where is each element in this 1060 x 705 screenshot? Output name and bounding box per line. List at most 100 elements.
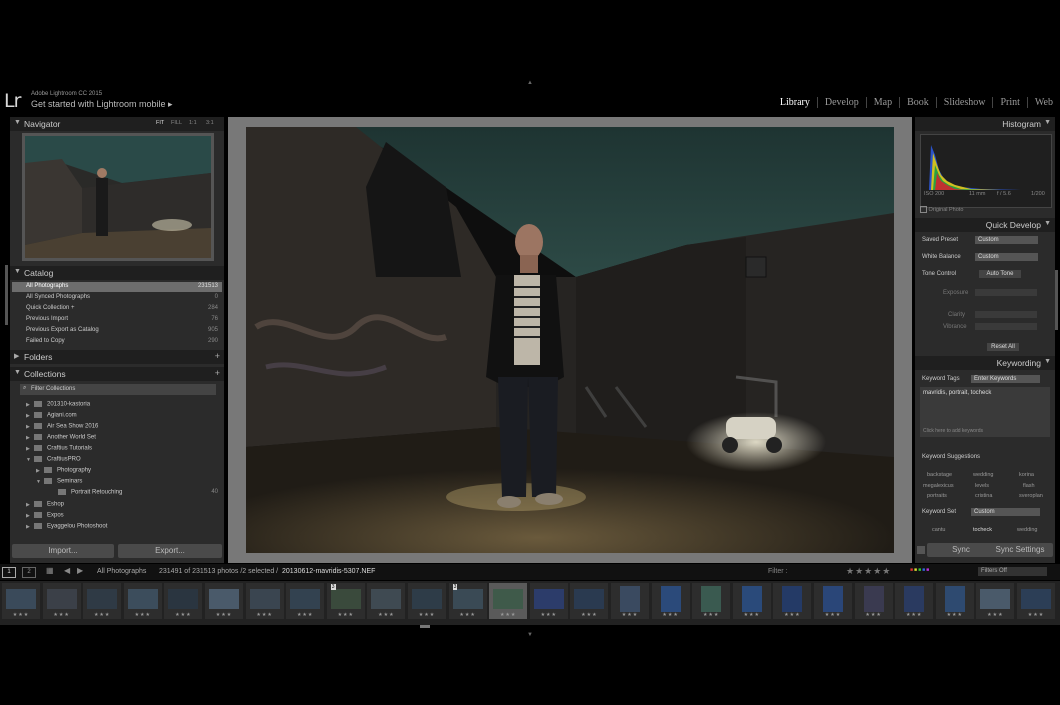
zoom-fill[interactable]: FILL: [171, 120, 182, 126]
forward-arrow-icon[interactable]: ▶: [77, 566, 83, 575]
filmstrip-thumbnail[interactable]: 3 ★★★: [326, 583, 365, 619]
page-1-button[interactable]: 1: [2, 567, 16, 578]
exposure-buttons[interactable]: [975, 289, 1037, 296]
keyword-suggestion[interactable]: megalexicus: [923, 483, 954, 489]
filmstrip-thumbnail[interactable]: ★★★: [1017, 583, 1055, 619]
catalog-item[interactable]: Previous Import 76: [12, 315, 222, 325]
module-library[interactable]: Library: [773, 97, 817, 108]
sync-toggle-icon[interactable]: [917, 546, 925, 554]
keywording-header[interactable]: Keywording ▼: [915, 356, 1055, 370]
keyword-suggestion[interactable]: cristina: [975, 493, 992, 499]
stack-badge[interactable]: 3: [330, 584, 336, 590]
white-balance-select[interactable]: Custom: [975, 253, 1038, 261]
export-button[interactable]: Export...: [118, 544, 222, 558]
stack-badge[interactable]: 3: [452, 584, 458, 590]
original-photo-toggle[interactable]: Original Photo: [920, 206, 963, 213]
filmstrip-thumbnail[interactable]: ★★★: [692, 583, 731, 619]
sync-button[interactable]: Sync: [927, 543, 995, 557]
collapse-bottom-icon[interactable]: ▼: [527, 632, 533, 638]
filmstrip-thumbnail[interactable]: ★★★: [205, 583, 243, 619]
auto-tone-button[interactable]: Auto Tone: [979, 270, 1021, 278]
vibrance-buttons[interactable]: [975, 323, 1037, 330]
page-2-button[interactable]: 2: [22, 567, 36, 578]
filmstrip-thumbnail[interactable]: ★★★: [773, 583, 812, 619]
import-button[interactable]: Import...: [12, 544, 114, 558]
keyword-suggestion[interactable]: korina: [1019, 472, 1034, 478]
filmstrip-thumbnail[interactable]: ★★★: [935, 583, 974, 619]
collection[interactable]: Portrait Retouching 40: [50, 489, 218, 499]
source-label[interactable]: All Photographs: [97, 568, 146, 575]
filmstrip-thumbnail[interactable]: ★★★: [814, 583, 852, 619]
collections-header[interactable]: ▼ Collections +: [10, 367, 224, 381]
add-collection-icon[interactable]: +: [215, 368, 220, 378]
keyword-tags-mode-select[interactable]: Enter Keywords: [971, 375, 1040, 383]
navigator-preview[interactable]: [22, 133, 214, 261]
collection-set[interactable]: ▶ Craftius Tutorials: [26, 445, 92, 455]
catalog-item[interactable]: Quick Collection + 284: [12, 304, 222, 314]
folders-header[interactable]: ▶ Folders +: [10, 350, 224, 364]
histogram-header[interactable]: Histogram ▼: [915, 117, 1055, 131]
module-map[interactable]: Map: [865, 97, 899, 108]
navigator-header[interactable]: ▼ Navigator FIT FILL 1:1 3:1: [10, 117, 224, 131]
filmstrip-thumbnail[interactable]: ★★★: [976, 583, 1015, 619]
keyword-set-item[interactable]: cantu: [932, 527, 945, 533]
get-started-link[interactable]: Get started with Lightroom mobile ▸: [31, 99, 173, 110]
filter-collections-field[interactable]: ⌕ Filter Collections: [20, 384, 216, 395]
keyword-set-item[interactable]: wedding: [1017, 527, 1038, 533]
filmstrip-thumbnail[interactable]: ★★★: [123, 583, 162, 619]
collection-set[interactable]: ▶ Another World Set: [26, 434, 96, 444]
back-arrow-icon[interactable]: ◀: [64, 566, 70, 575]
keyword-set-select[interactable]: Custom: [971, 508, 1040, 516]
grid-view-icon[interactable]: ▦: [46, 566, 54, 575]
keyword-suggestion[interactable]: portraits: [927, 493, 947, 499]
filmstrip-thumbnail[interactable]: ★★★: [286, 583, 325, 619]
keyword-suggestion[interactable]: flash: [1023, 483, 1035, 489]
catalog-header[interactable]: ▼ Catalog: [10, 266, 224, 280]
filmstrip-thumbnail[interactable]: ★★★: [895, 583, 934, 619]
filmstrip-thumbnail[interactable]: ★★★: [42, 583, 81, 619]
saved-preset-select[interactable]: Custom: [975, 236, 1038, 244]
filmstrip-thumbnail[interactable]: ★★★: [489, 583, 528, 619]
collapse-top-icon[interactable]: ▲: [527, 80, 533, 86]
histogram-graph[interactable]: ISO 200 11 mm f / 5.6 1/200: [920, 134, 1052, 208]
collection-set[interactable]: ▶ Agiani.com: [26, 412, 77, 422]
module-web[interactable]: Web: [1026, 97, 1060, 108]
left-scrollbar[interactable]: [5, 265, 8, 325]
collection-set[interactable]: ▶ Eyaggelou Photoshoot: [26, 523, 107, 533]
color-label-filter[interactable]: ■■■■■: [910, 567, 930, 573]
filmstrip-thumbnail[interactable]: ★★★: [529, 583, 568, 619]
filmstrip-thumbnail[interactable]: 3 ★★★: [448, 583, 487, 619]
zoom-fit[interactable]: FIT: [156, 120, 164, 126]
add-folder-icon[interactable]: +: [215, 351, 220, 361]
filmstrip-thumbnail[interactable]: ★★★: [408, 583, 446, 619]
keyword-set-item[interactable]: tocheck: [973, 527, 992, 533]
filmstrip-thumbnail[interactable]: ★★★: [651, 583, 690, 619]
collection-set[interactable]: ▶ Air Sea Show 2016: [26, 423, 98, 433]
quick-develop-header[interactable]: Quick Develop ▼: [915, 218, 1055, 232]
module-print[interactable]: Print: [992, 97, 1026, 108]
catalog-item[interactable]: All Synced Photographs 0: [12, 293, 222, 303]
catalog-item[interactable]: All Photographs 231513: [12, 282, 222, 292]
collection-set[interactable]: ▶ 201310-kastoria: [26, 401, 90, 411]
rating-filter[interactable]: ★★★★★: [846, 566, 891, 577]
filmstrip-scrollbar[interactable]: [420, 625, 430, 628]
module-slideshow[interactable]: Slideshow: [935, 97, 993, 108]
filmstrip-thumbnail[interactable]: ★★★: [611, 583, 649, 619]
collection-set[interactable]: ▶ Expos: [26, 512, 64, 522]
catalog-item[interactable]: Failed to Copy 290: [12, 337, 222, 347]
keyword-suggestion[interactable]: backstage: [927, 472, 952, 478]
collection-set[interactable]: ▼ CraftiusPRO: [26, 456, 81, 466]
reset-all-button[interactable]: Reset All: [987, 343, 1019, 351]
filmstrip-thumbnail[interactable]: ★★★: [164, 583, 203, 619]
filmstrip-thumbnail[interactable]: ★★★: [732, 583, 771, 619]
sync-settings-button[interactable]: Sync Settings: [987, 543, 1053, 557]
keyword-suggestion[interactable]: wedding: [973, 472, 994, 478]
filmstrip-thumbnail[interactable]: ★★★: [854, 583, 893, 619]
filters-select[interactable]: Filters Off: [978, 567, 1047, 576]
filmstrip-thumbnail[interactable]: ★★★: [367, 583, 406, 619]
zoom-1-1[interactable]: 1:1: [189, 120, 197, 126]
collection-set[interactable]: ▼ Seminars: [36, 478, 82, 488]
clarity-buttons[interactable]: [975, 311, 1037, 318]
catalog-item[interactable]: Previous Export as Catalog 905: [12, 326, 222, 336]
main-photo[interactable]: [246, 127, 894, 553]
